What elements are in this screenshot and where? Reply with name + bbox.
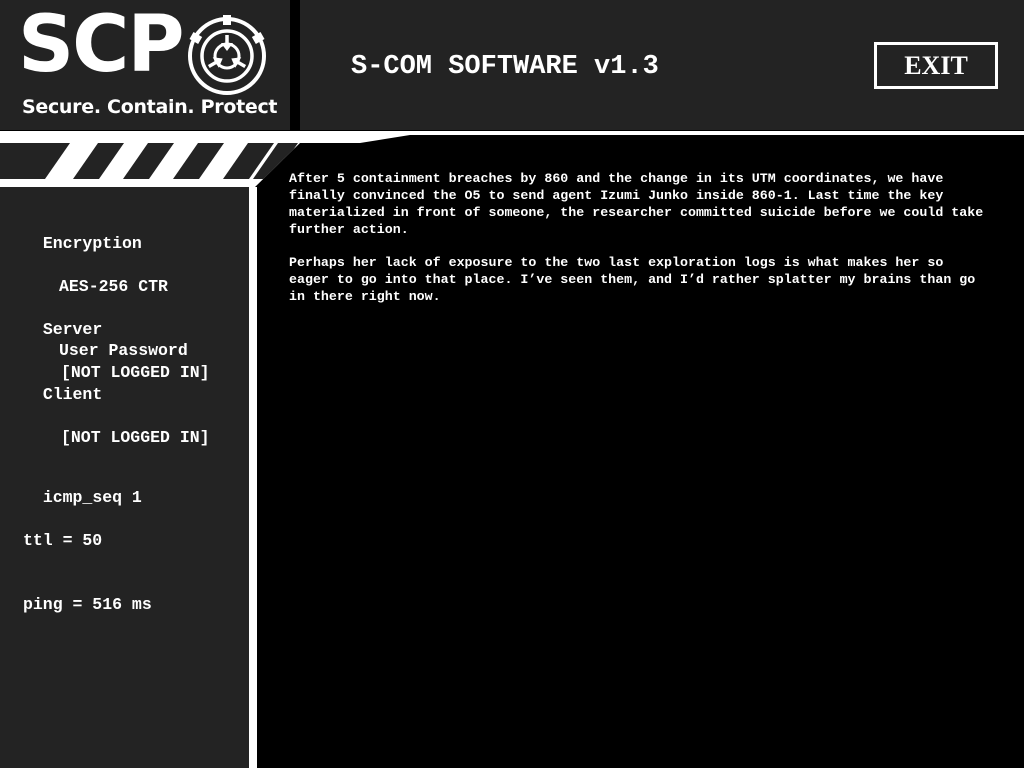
ttl-value: ttl = 50 [23, 530, 103, 550]
client-section: Client [NOT LOGGED IN] [23, 362, 210, 470]
scp-emblem-icon [186, 15, 268, 102]
log-content: After 5 containment breaches by 860 and … [289, 170, 989, 321]
exit-button[interactable]: EXIT [874, 42, 998, 89]
client-label: Client [42, 384, 103, 404]
scp-tagline: Secure. Contain. Protect [22, 96, 278, 118]
ping-value: ping = 516 ms [23, 595, 152, 614]
server-label: Server [42, 319, 103, 339]
app-title: S-COM SOFTWARE v1.3 [351, 52, 659, 82]
client-status: [NOT LOGGED IN] [61, 427, 210, 447]
icmp-seq: icmp_seq 1 [42, 487, 142, 507]
header-divider [0, 131, 1024, 135]
encryption-label: Encryption [42, 233, 142, 253]
encryption-cipher: AES-256 CTR [59, 276, 168, 296]
log-paragraph: Perhaps her lack of exposure to the two … [289, 255, 976, 304]
log-paragraph: After 5 containment breaches by 860 and … [289, 171, 984, 237]
connection-stats: icmp_seq 1 ttl = 50 ping = 516 ms [23, 465, 152, 637]
sidebar-divider [249, 187, 257, 768]
scp-wordmark: SCP [18, 0, 185, 90]
